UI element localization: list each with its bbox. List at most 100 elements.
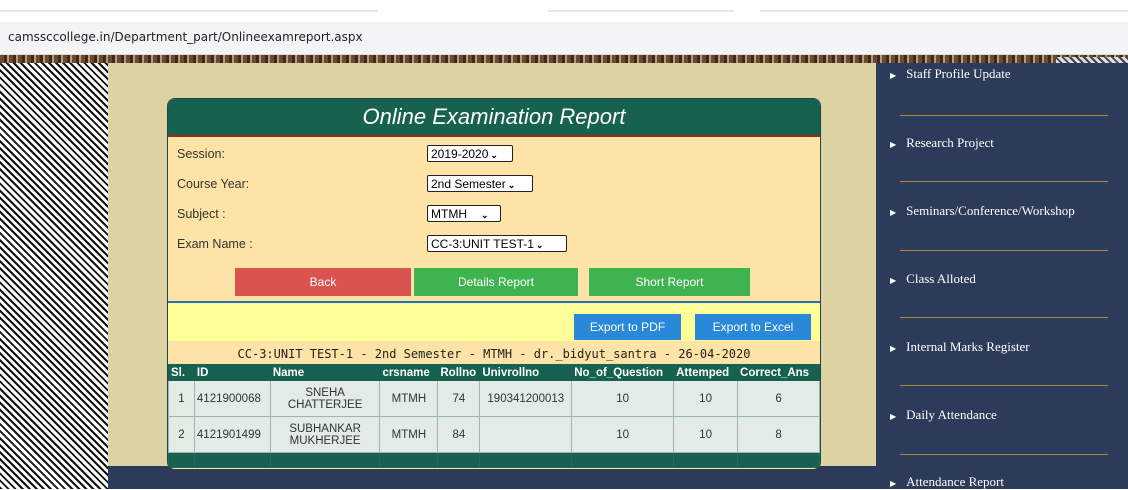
table-cell: 74 <box>437 380 481 417</box>
table-cell: 10 <box>673 416 739 453</box>
sidebar-item-label: Daily Attendance <box>906 407 997 422</box>
sidebar-item-daily-attendance[interactable]: ▶ Daily Attendance <box>890 407 997 423</box>
table-cell <box>193 452 271 468</box>
column-header[interactable]: No_of_Question <box>571 364 675 381</box>
table-row: 1 4121900068 SNEHA CHATTERJEE MTMH 74 19… <box>168 380 820 417</box>
export-pdf-button[interactable]: Export to PDF <box>574 314 681 340</box>
url-text[interactable]: camssccollege.in/Department_part/Onlinee… <box>8 30 363 44</box>
export-excel-button[interactable]: Export to Excel <box>695 314 811 340</box>
session-row: Session: 2019-2020 ⌄ <box>168 142 820 166</box>
table-cell: MTMH <box>379 416 439 453</box>
triangle-right-icon: ▶ <box>890 208 897 217</box>
address-bar[interactable]: camssccollege.in/Department_part/Onlinee… <box>0 22 1128 55</box>
chevron-down-icon: ⌄ <box>535 240 544 250</box>
subject-select[interactable]: MTMH ⌄ <box>427 205 501 222</box>
table-cell <box>673 452 739 468</box>
subject-label: Subject : <box>177 207 226 221</box>
table-cell <box>479 452 573 468</box>
report-panel: Online Examination Report Session: 2019-… <box>167 98 821 470</box>
sidebar-divider <box>900 385 1108 386</box>
page-title: Online Examination Report <box>168 99 820 137</box>
column-header[interactable]: Univrollno <box>479 364 573 381</box>
course-year-label: Course Year: <box>177 177 250 191</box>
session-value: 2019-2020 <box>431 147 489 161</box>
table-row: 2 4121901499 SUBHANKAR MUKHERJEE MTMH 84… <box>168 416 820 453</box>
chevron-down-icon: ⌄ <box>490 150 498 160</box>
sidebar-item-internal-marks-register[interactable]: ▶ Internal Marks Register <box>890 339 1030 355</box>
triangle-right-icon: ▶ <box>890 479 897 488</box>
column-header[interactable]: ID <box>193 364 271 381</box>
column-header[interactable]: crsname <box>379 364 439 381</box>
sidebar-item-label: Seminars/Conference/Workshop <box>906 203 1075 218</box>
exam-name-value: CC-3:UNIT TEST-1 <box>431 237 534 251</box>
back-button[interactable]: Back <box>235 268 411 296</box>
table-footer-row <box>168 452 820 468</box>
tab-divider <box>548 10 734 12</box>
table-cell: 10 <box>571 380 675 417</box>
sidebar-item-class-alloted[interactable]: ▶ Class Alloted <box>890 271 976 287</box>
table-cell: 10 <box>673 380 739 417</box>
exam-name-select[interactable]: CC-3:UNIT TEST-1 ⌄ <box>427 235 567 252</box>
session-select[interactable]: 2019-2020 ⌄ <box>427 145 513 162</box>
table-cell <box>269 452 381 468</box>
report-caption: CC-3:UNIT TEST-1 - 2nd Semester - MTMH -… <box>237 347 751 361</box>
sidebar-item-research-project[interactable]: ▶ Research Project <box>890 135 994 151</box>
column-header[interactable]: Correct_Ans <box>737 364 820 381</box>
subject-value: MTMH <box>431 207 467 221</box>
table-cell: 10 <box>571 416 675 453</box>
short-report-button[interactable]: Short Report <box>589 268 750 296</box>
chevron-down-icon: ⌄ <box>507 180 516 190</box>
hatched-background <box>0 63 108 489</box>
export-toolbar: Export to PDF Export to Excel <box>168 303 820 341</box>
sidebar-divider <box>900 181 1108 182</box>
course-year-value: 2nd Semester <box>431 177 506 191</box>
triangle-right-icon: ▶ <box>890 71 897 80</box>
column-header[interactable]: Sl. <box>168 364 195 381</box>
sidebar-divider <box>900 250 1108 251</box>
details-report-button[interactable]: Details Report <box>414 268 578 296</box>
triangle-right-icon: ▶ <box>890 412 897 421</box>
sidebar-item-label: Attendance Report <box>906 474 1004 489</box>
column-header[interactable]: Name <box>269 364 381 381</box>
sidebar-item-label: Class Alloted <box>906 271 976 286</box>
triangle-right-icon: ▶ <box>890 344 897 353</box>
sidebar-item-label: Internal Marks Register <box>906 339 1030 354</box>
sidebar-divider <box>900 454 1108 455</box>
triangle-right-icon: ▶ <box>890 276 897 285</box>
decorative-border <box>0 55 1128 63</box>
table-cell: 190341200013 <box>479 380 573 417</box>
table-cell <box>379 452 439 468</box>
sidebar-item-label: Staff Profile Update <box>906 66 1011 81</box>
tab-divider <box>760 10 1128 12</box>
chevron-down-icon: ⌄ <box>481 210 489 220</box>
tab-divider <box>0 10 378 12</box>
course-year-select[interactable]: 2nd Semester ⌄ <box>427 175 533 192</box>
subject-row: Subject : MTMH ⌄ <box>168 202 820 226</box>
triangle-right-icon: ▶ <box>890 140 897 149</box>
exam-name-label: Exam Name : <box>177 237 253 251</box>
table-cell: 2 <box>168 416 195 453</box>
sidebar-item-attendance-report[interactable]: ▶ Attendance Report <box>890 474 1004 490</box>
results-table: Sl. ID Name crsname Rollno Univrollno No… <box>168 364 820 468</box>
table-cell <box>168 452 195 468</box>
table-cell <box>571 452 675 468</box>
course-year-row: Course Year: 2nd Semester ⌄ <box>168 172 820 196</box>
table-cell: 4121901499 <box>193 416 271 453</box>
table-cell: 8 <box>737 416 820 453</box>
table-cell: 84 <box>437 416 481 453</box>
table-cell <box>437 452 481 468</box>
table-cell: 6 <box>737 380 820 417</box>
sidebar-item-seminars[interactable]: ▶ Seminars/Conference/Workshop <box>890 203 1075 219</box>
table-header-row: Sl. ID Name crsname Rollno Univrollno No… <box>168 364 820 381</box>
session-label: Session: <box>177 147 225 161</box>
table-cell: 1 <box>168 380 195 417</box>
table-cell: SNEHA CHATTERJEE <box>269 380 381 417</box>
sidebar-divider <box>900 115 1108 116</box>
table-cell: 4121900068 <box>193 380 271 417</box>
column-header[interactable]: Rollno <box>437 364 481 381</box>
column-header[interactable]: Attemped <box>673 364 739 381</box>
sidebar: ▶ Staff Profile Update ▶ Research Project … <box>876 63 1128 489</box>
sidebar-item-staff-profile-update[interactable]: ▶ Staff Profile Update <box>890 66 1011 82</box>
browser-tab-strip <box>0 0 1128 22</box>
table-cell: MTMH <box>379 380 439 417</box>
